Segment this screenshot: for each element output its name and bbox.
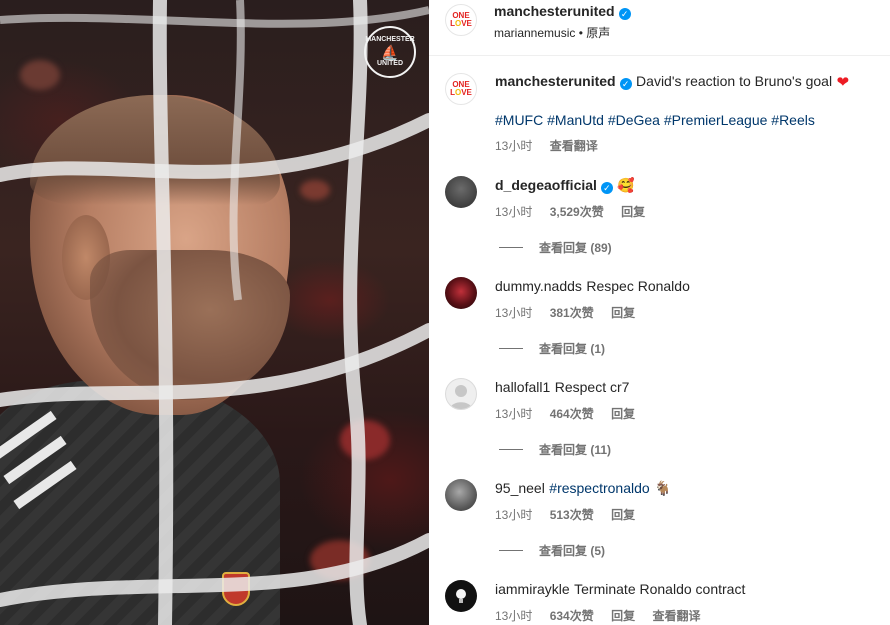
reel-video[interactable]: MANCHESTER ⛵ UNITED: [0, 0, 429, 625]
reply-button[interactable]: 回复: [611, 508, 635, 522]
crest-text-bottom: UNITED: [376, 60, 404, 67]
commenter-avatar[interactable]: [445, 176, 477, 208]
hashtag-link[interactable]: #Reels: [771, 112, 815, 128]
crest-ship-icon: ⛵: [381, 44, 399, 60]
goat-emoji: 🐐: [654, 480, 672, 496]
caption-meta: 13小时 查看翻译: [495, 137, 612, 154]
comment-likes[interactable]: 381次赞: [550, 306, 594, 320]
comment-time[interactable]: 13小时: [495, 306, 532, 320]
view-replies-label: 查看回复 (11): [539, 443, 612, 457]
view-replies-button[interactable]: 查看回复 (5): [499, 542, 605, 559]
caption-line: manchesterunited ✓ David's reaction to Br…: [495, 73, 849, 91]
hashtag-line: #MUFC #ManUtd #DeGea #PremierLeague #Ree…: [495, 112, 815, 128]
crest-text-top: MANCHESTER: [365, 36, 415, 43]
comment-item: iammiraykle Terminate Ronaldo contract: [495, 581, 745, 599]
comment-text: 🥰: [617, 177, 635, 193]
comment-item: dummy.nadds Respec Ronaldo: [495, 278, 690, 296]
person-silhouette-icon: [450, 385, 472, 409]
default-avatar-icon[interactable]: [445, 378, 477, 410]
hashtag-link[interactable]: #MUFC: [495, 112, 543, 128]
comment-text: Respec Ronaldo: [586, 278, 690, 294]
verified-icon: ✓: [600, 182, 613, 194]
comment-likes[interactable]: 634次赞: [550, 609, 594, 623]
caption-avatar[interactable]: ONE LOVE: [445, 73, 477, 105]
translate-button[interactable]: 查看翻译: [652, 609, 700, 623]
comment-username[interactable]: 95_neel: [495, 480, 545, 496]
comment-username[interactable]: d_degeaofficial: [495, 177, 597, 193]
caption-translate-button[interactable]: 查看翻译: [550, 139, 598, 153]
post-header: ONE LOVE manchesterunited ✓ mariannemusic …: [429, 0, 890, 56]
comment-text: Terminate Ronaldo contract: [574, 581, 746, 597]
comment-item: 95_neel #respectronaldo 🐐: [495, 480, 672, 498]
comment-meta: 13小时 464次赞 回复: [495, 405, 649, 422]
comment-time[interactable]: 13小时: [495, 609, 532, 623]
replies-divider: [499, 348, 523, 349]
comment-text: Respect cr7: [554, 379, 630, 395]
comment-username[interactable]: iammiraykle: [495, 581, 570, 597]
comment-item: d_degeaofficial ✓ 🥰: [495, 177, 635, 195]
hashtag-link[interactable]: #PremierLeague: [664, 112, 768, 128]
caption-text: David's reaction to Bruno's goal: [636, 73, 833, 89]
comment-username[interactable]: dummy.nadds: [495, 278, 582, 294]
post-panel: ONE LOVE manchesterunited ✓ mariannemusic …: [429, 0, 890, 625]
hashtag-link[interactable]: #ManUtd: [547, 112, 604, 128]
comment-likes[interactable]: 464次赞: [550, 407, 594, 421]
verified-icon: ✓: [619, 78, 632, 90]
view-replies-button[interactable]: 查看回复 (1): [499, 340, 605, 357]
audio-label[interactable]: 原声: [586, 26, 610, 40]
comment-time[interactable]: 13小时: [495, 508, 532, 522]
comment-meta: 13小时 3,529次赞 回复: [495, 203, 659, 220]
author-avatar[interactable]: ONE LOVE: [445, 4, 477, 36]
commenter-avatar[interactable]: [445, 277, 477, 309]
view-replies-button[interactable]: 查看回复 (89): [499, 239, 612, 256]
view-replies-label: 查看回复 (1): [539, 342, 606, 356]
commenter-avatar[interactable]: [445, 580, 477, 612]
lightbulb-icon: [456, 589, 466, 603]
author-line: manchesterunited ✓: [494, 3, 631, 21]
author-username[interactable]: manchesterunited: [494, 3, 615, 19]
verified-icon: ✓: [618, 8, 631, 20]
comment-meta: 13小时 381次赞 回复: [495, 304, 649, 321]
view-replies-label: 查看回复 (5): [539, 544, 606, 558]
manchester-united-crest-icon: MANCHESTER ⛵ UNITED: [364, 26, 416, 78]
comment-meta: 13小时 513次赞 回复: [495, 506, 649, 523]
comment-likes[interactable]: 513次赞: [550, 508, 594, 522]
hashtag-link[interactable]: #DeGea: [608, 112, 660, 128]
audio-line: mariannemusic • 原声: [494, 24, 610, 41]
commenter-avatar[interactable]: [445, 479, 477, 511]
replies-divider: [499, 449, 523, 450]
audio-username[interactable]: mariannemusic: [494, 26, 575, 40]
reply-button[interactable]: 回复: [611, 609, 635, 623]
comment-time[interactable]: 13小时: [495, 205, 532, 219]
view-replies-button[interactable]: 查看回复 (11): [499, 441, 611, 458]
view-replies-label: 查看回复 (89): [539, 241, 612, 255]
comment-likes[interactable]: 3,529次赞: [550, 205, 604, 219]
comment-item: hallofall1 Respect cr7: [495, 379, 629, 397]
goal-net: [0, 0, 429, 625]
heart-emoji: ❤: [836, 74, 850, 91]
comment-hashtag-link[interactable]: #respectronaldo: [549, 480, 649, 496]
caption-username[interactable]: manchesterunited: [495, 73, 616, 89]
comment-meta: 13小时 634次赞 回复 查看翻译: [495, 607, 714, 624]
caption-time[interactable]: 13小时: [495, 139, 532, 153]
replies-divider: [499, 550, 523, 551]
comment-username[interactable]: hallofall1: [495, 379, 550, 395]
reply-button[interactable]: 回复: [621, 205, 645, 219]
reply-button[interactable]: 回复: [611, 306, 635, 320]
replies-divider: [499, 247, 523, 248]
comment-time[interactable]: 13小时: [495, 407, 532, 421]
reply-button[interactable]: 回复: [611, 407, 635, 421]
